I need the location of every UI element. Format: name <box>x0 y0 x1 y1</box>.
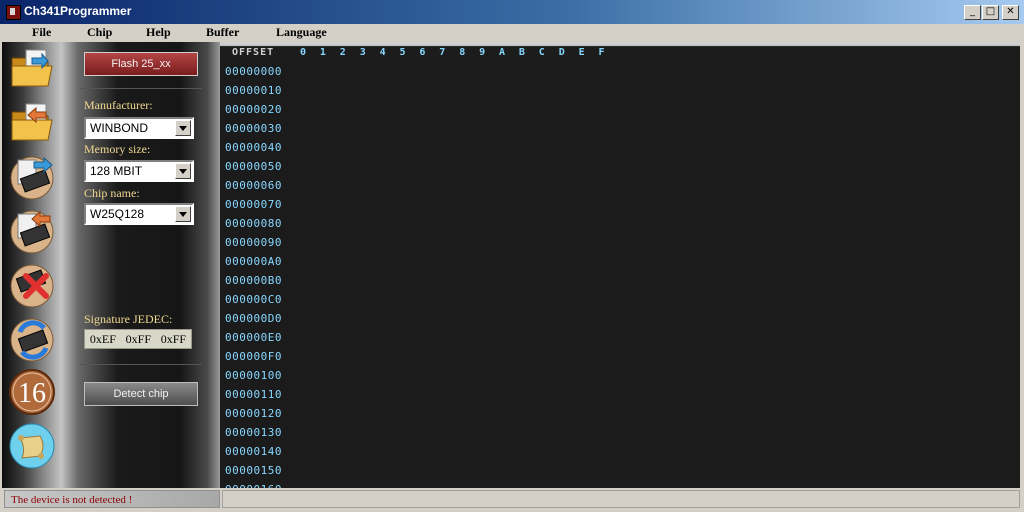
column-header: 5 <box>399 47 406 58</box>
offset-row: 000000E0 <box>225 331 282 344</box>
column-header: 8 <box>459 47 466 58</box>
chevron-down-icon[interactable] <box>175 206 191 222</box>
status-panel <box>222 490 1020 508</box>
menu-language[interactable]: Language <box>276 25 327 40</box>
memory-size-label: Memory size: <box>84 142 151 156</box>
status-message: The device is not detected ! <box>11 494 133 506</box>
offset-row: 00000090 <box>225 236 282 249</box>
offset-row: 00000070 <box>225 198 282 211</box>
column-header: 2 <box>339 47 346 58</box>
offset-row: 00000130 <box>225 426 282 439</box>
menu-buffer[interactable]: Buffer <box>206 25 239 40</box>
offset-row: 000000B0 <box>225 274 282 287</box>
chevron-down-icon[interactable] <box>175 163 191 179</box>
column-header: E <box>578 47 585 58</box>
close-button[interactable]: ✕ <box>1002 5 1019 20</box>
offset-row: 00000020 <box>225 103 282 116</box>
verify-chip-button[interactable] <box>8 314 56 362</box>
offset-row: 00000150 <box>225 464 282 477</box>
column-header: C <box>538 47 545 58</box>
open-file-icon <box>11 49 53 87</box>
hex-mode-button[interactable]: 16 <box>8 368 56 416</box>
write-chip-button[interactable] <box>8 206 56 254</box>
minimize-button[interactable]: _ <box>964 5 981 20</box>
about-button[interactable] <box>8 422 56 470</box>
offset-row: 00000040 <box>225 141 282 154</box>
offset-row: 00000060 <box>225 179 282 192</box>
control-panel: Flash 25_xx Manufacturer: WINBOND Memory… <box>62 42 220 488</box>
read-chip-button[interactable] <box>8 152 56 200</box>
maximize-button[interactable]: □ <box>982 5 999 20</box>
offset-row: 00000120 <box>225 407 282 420</box>
window-controls: _ □ ✕ <box>964 5 1019 20</box>
hex-mode-icon: 16 <box>9 369 55 415</box>
menu-help[interactable]: Help <box>146 25 171 40</box>
erase-chip-icon <box>10 264 54 308</box>
column-header: 3 <box>359 47 366 58</box>
signature-label: Signature JEDEC: <box>84 312 173 326</box>
open-file-button[interactable] <box>8 44 56 92</box>
menu-file[interactable]: File <box>32 25 51 40</box>
save-file-button[interactable] <box>8 98 56 146</box>
signature-byte: 0xFF <box>125 331 151 346</box>
menu-chip[interactable]: Chip <box>87 25 112 40</box>
signature-byte: 0xFF <box>160 331 187 346</box>
offset-row: 00000080 <box>225 217 282 230</box>
column-header: B <box>518 47 525 58</box>
hex-view[interactable]: OFFSET 0 1 2 3 4 5 6 7 8 9 A B C D E F 00000000 00000010… <box>220 42 1020 488</box>
column-header: 4 <box>379 47 386 58</box>
offset-row: 00000100 <box>225 369 282 382</box>
manufacturer-value: WINBOND <box>90 121 148 135</box>
chip-type-button[interactable]: Flash 25_xx <box>84 52 198 76</box>
column-header: 6 <box>419 47 426 58</box>
offset-row: 00000110 <box>225 388 282 401</box>
offset-row: 000000F0 <box>225 350 282 363</box>
memory-size-select[interactable]: 128 MBIT <box>84 160 194 182</box>
offset-row: 000000C0 <box>225 293 282 306</box>
offset-row: 00000000 <box>225 65 282 78</box>
column-header: A <box>499 47 506 58</box>
offset-row: 00000050 <box>225 160 282 173</box>
column-header: 9 <box>479 47 486 58</box>
offset-row: 000000A0 <box>225 255 282 268</box>
manufacturer-label: Manufacturer: <box>84 98 153 112</box>
offset-row: 00000030 <box>225 122 282 135</box>
chip-name-label: Chip name: <box>84 186 140 200</box>
detect-chip-button[interactable]: Detect chip <box>84 382 198 406</box>
chip-name-value: W25Q128 <box>90 207 145 221</box>
hex-mode-label: 16 <box>18 378 46 409</box>
write-chip-icon <box>10 210 54 254</box>
status-message-cell: The device is not detected ! <box>4 490 220 508</box>
app-icon[interactable] <box>6 5 21 20</box>
chevron-down-icon[interactable] <box>175 120 191 136</box>
read-chip-icon <box>10 156 54 200</box>
offset-row: 00000010 <box>225 84 282 97</box>
window-title: Ch341Programmer <box>24 4 132 18</box>
column-header: 1 <box>319 47 326 58</box>
title-bar[interactable]: Ch341Programmer _ □ ✕ <box>0 0 1024 25</box>
toolbar: 16 <box>2 42 62 488</box>
column-header: F <box>598 47 605 58</box>
signature-byte: 0xEF <box>89 331 116 346</box>
divider <box>80 364 202 365</box>
status-bar: The device is not detected ! <box>0 488 1024 512</box>
offset-row: 00000140 <box>225 445 282 458</box>
column-header: D <box>558 47 565 58</box>
menu-bar: File Chip Help Buffer Language <box>0 24 1024 42</box>
verify-chip-icon <box>10 318 54 362</box>
save-file-icon <box>11 103 53 141</box>
erase-chip-button[interactable] <box>8 260 56 308</box>
memory-size-value: 128 MBIT <box>90 164 143 178</box>
divider <box>80 88 202 89</box>
about-scroll-icon <box>9 423 55 469</box>
chip-name-select[interactable]: W25Q128 <box>84 203 194 225</box>
manufacturer-select[interactable]: WINBOND <box>84 117 194 139</box>
offset-row: 000000D0 <box>225 312 282 325</box>
hex-header: OFFSET 0 1 2 3 4 5 6 7 8 9 A B C D E F <box>220 42 1020 62</box>
column-header: 7 <box>439 47 446 58</box>
column-header: 0 <box>300 47 307 58</box>
offset-header: OFFSET <box>232 47 275 58</box>
signature-display: 0xEF 0xFF 0xFF <box>84 329 192 349</box>
